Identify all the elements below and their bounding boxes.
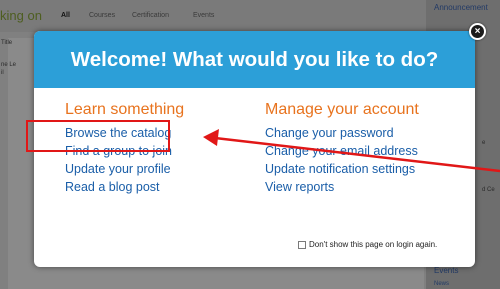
annotation-arrow-shaft — [214, 136, 500, 173]
annotation-arrow-head — [203, 129, 219, 146]
annotation-arrow — [203, 129, 500, 173]
